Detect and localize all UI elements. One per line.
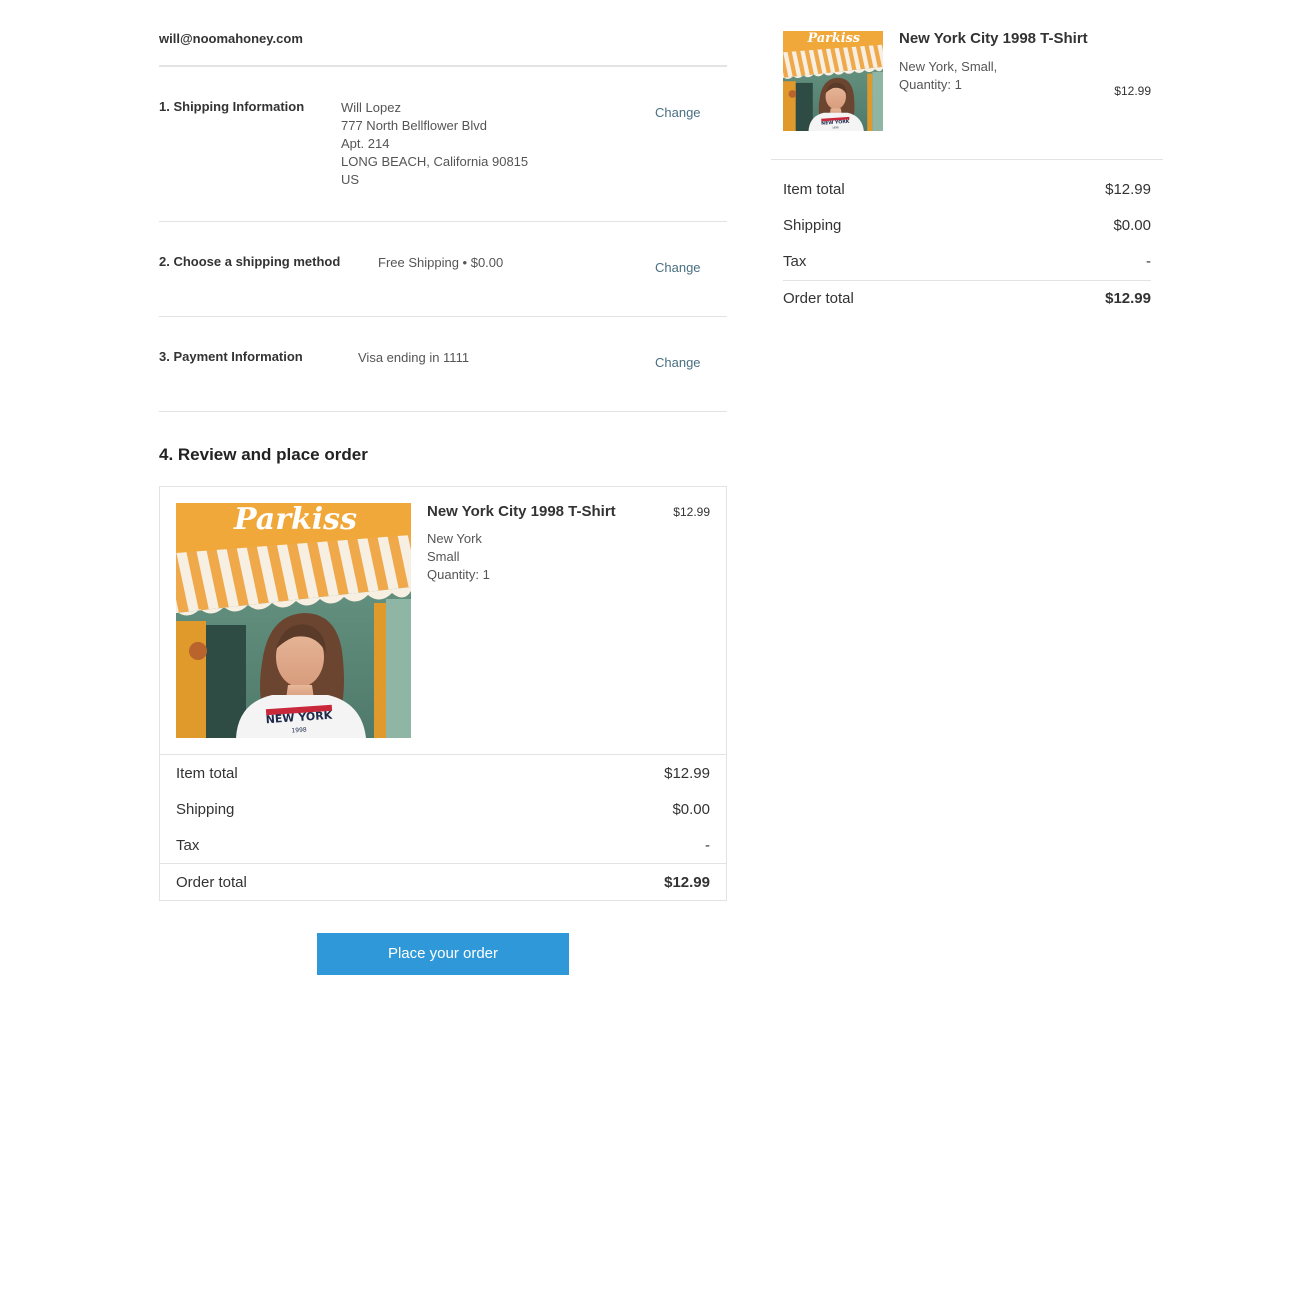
item-total-value: $12.99 <box>1105 181 1151 198</box>
change-shipping-method-link[interactable]: Change <box>655 260 701 275</box>
order-total-value: $12.99 <box>1105 290 1151 307</box>
payment-information-step: 3. Payment Information Visa ending in 11… <box>159 317 727 412</box>
item-total-label: Item total <box>176 765 238 782</box>
shipping-value: $0.00 <box>672 801 710 818</box>
summary-product-price: $12.99 <box>1114 84 1151 98</box>
product-name: New York City 1998 T-Shirt <box>427 503 616 520</box>
tax-label: Tax <box>176 837 200 854</box>
review-heading: 4. Review and place order <box>159 445 368 464</box>
item-total-value: $12.99 <box>664 765 710 782</box>
product-attribute: Quantity: 1 <box>427 567 490 582</box>
tax-label: Tax <box>783 253 807 270</box>
shipping-label: Shipping <box>783 217 842 234</box>
shipping-label: Shipping <box>176 801 235 818</box>
divider <box>160 863 726 864</box>
product-attribute: Quantity: 1 <box>899 77 962 92</box>
product-image <box>176 503 411 738</box>
divider <box>771 159 1163 160</box>
step-title: 1. Shipping Information <box>159 99 305 114</box>
tax-value: - <box>705 837 710 854</box>
summary-product-attributes: New York, Small, Quantity: 1 <box>899 58 997 94</box>
address-line: 777 North Bellflower Blvd <box>341 118 487 133</box>
address-line: Will Lopez <box>341 100 401 115</box>
change-shipping-info-link[interactable]: Change <box>655 105 701 120</box>
review-product-item: New York City 1998 T-Shirt $12.99 New Yo… <box>160 487 726 755</box>
shipping-address: Will Lopez 777 North Bellflower Blvd Apt… <box>341 99 528 189</box>
product-attributes: New York Small Quantity: 1 <box>427 530 490 584</box>
summary-product-name: New York City 1998 T-Shirt <box>899 30 1088 47</box>
shipping-method-step: 2. Choose a shipping method Free Shippin… <box>159 222 727 317</box>
account-email: will@noomahoney.com <box>159 31 303 46</box>
order-total-label: Order total <box>176 874 247 891</box>
product-attribute: New York <box>427 531 482 546</box>
product-attribute: Small <box>427 549 460 564</box>
place-order-button[interactable]: Place your order <box>317 933 569 975</box>
product-attribute: New York, Small, <box>899 59 998 74</box>
review-order-box: New York City 1998 T-Shirt $12.99 New Yo… <box>159 486 727 901</box>
item-total-label: Item total <box>783 181 845 198</box>
divider <box>783 280 1151 281</box>
address-line: Apt. 214 <box>341 136 390 151</box>
order-total-value: $12.99 <box>664 874 710 891</box>
tax-value: - <box>1146 253 1151 270</box>
payment-method-value: Visa ending in 1111 <box>358 350 470 365</box>
order-total-label: Order total <box>783 290 854 307</box>
address-line: US <box>341 172 360 187</box>
shipping-information-step: 1. Shipping Information Will Lopez 777 N… <box>159 66 727 222</box>
address-line: LONG BEACH, California 90815 <box>341 154 529 169</box>
change-payment-info-link[interactable]: Change <box>655 355 701 370</box>
product-price: $12.99 <box>673 505 710 519</box>
checkout-page: will@noomahoney.com 1. Shipping Informat… <box>0 0 1297 1290</box>
step-title: 2. Choose a shipping method <box>159 254 341 269</box>
shipping-method-value: Free Shipping • $0.00 <box>378 255 504 270</box>
step-title: 3. Payment Information <box>159 349 303 364</box>
shipping-value: $0.00 <box>1113 217 1151 234</box>
summary-product-image <box>783 31 883 131</box>
